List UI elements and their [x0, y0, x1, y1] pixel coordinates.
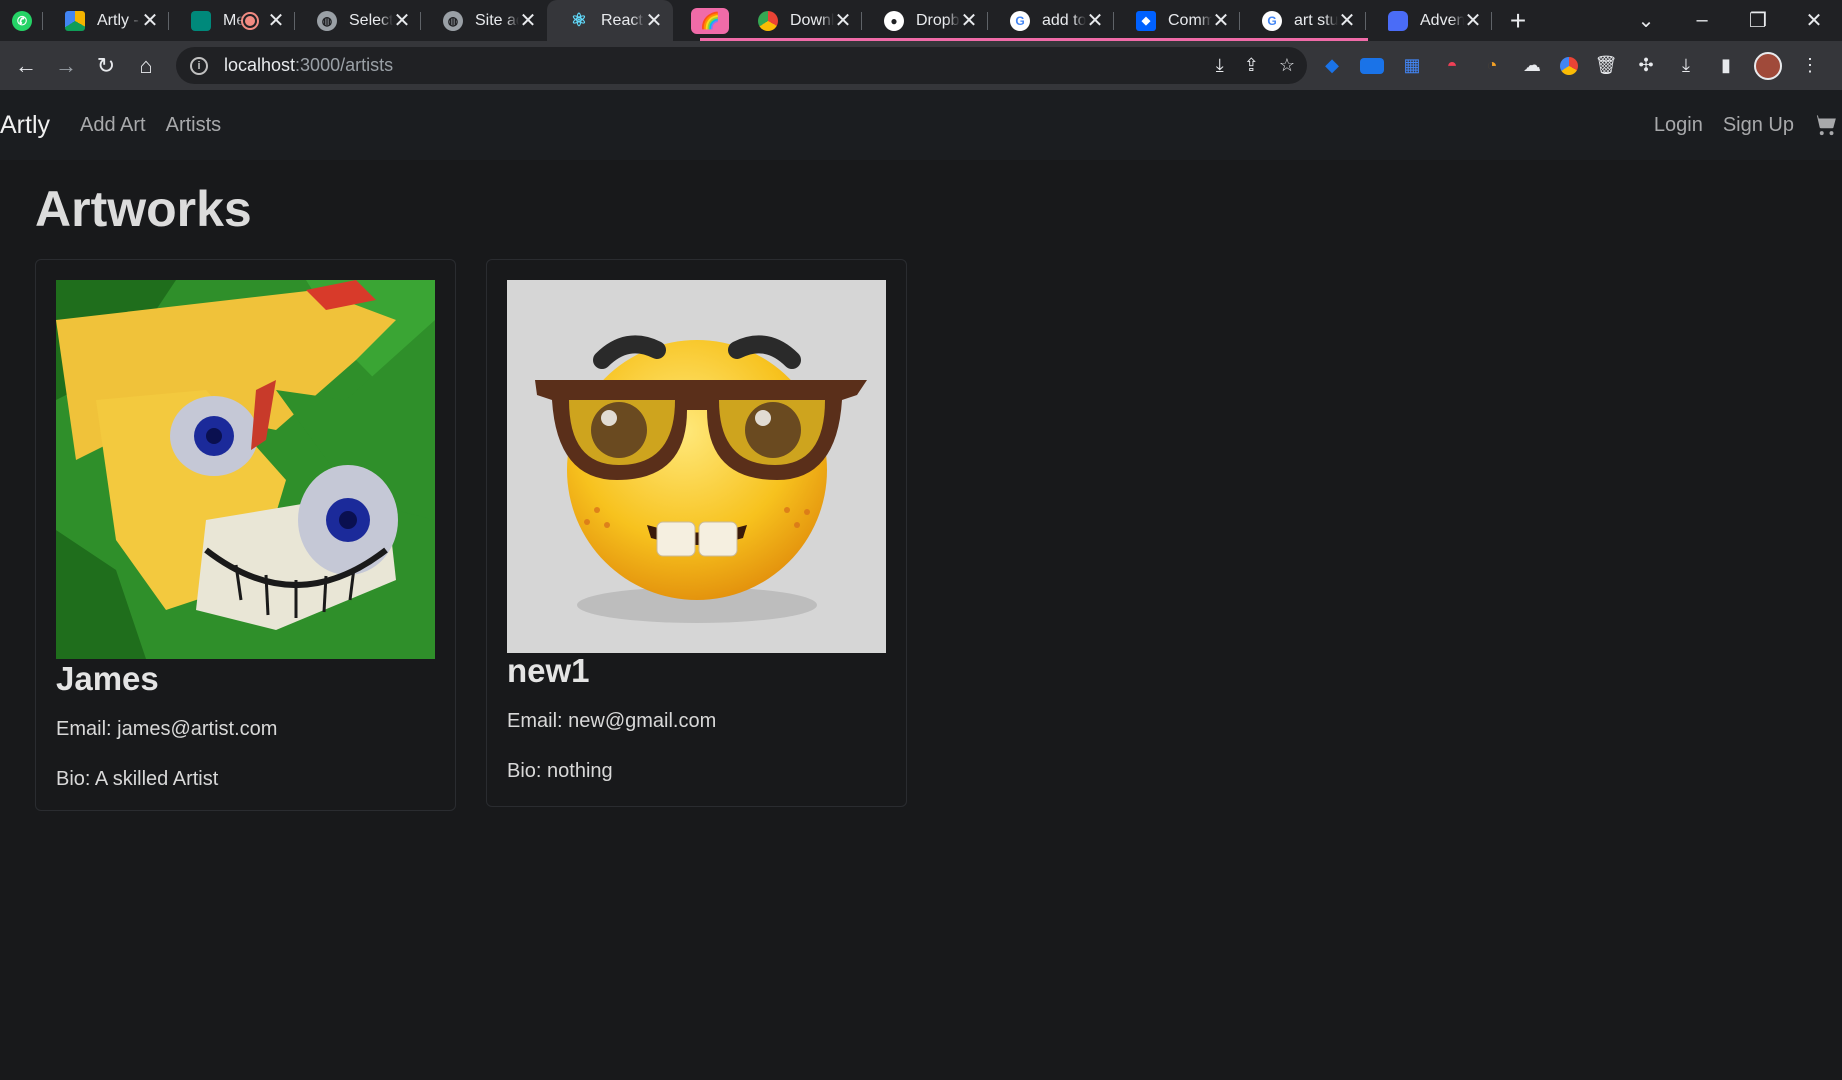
tab-rainbow[interactable]: 🌈 [673, 0, 736, 41]
close-tab-icon[interactable]: ✕ [393, 8, 411, 33]
artist-image [507, 280, 886, 653]
new-tab-button[interactable]: + [1498, 0, 1538, 41]
react-icon: ⚛ [570, 10, 588, 30]
artist-card: James Email: james@artist.com Bio: A ski… [35, 259, 456, 811]
tab-whatsapp[interactable]: ✆ [0, 0, 43, 41]
recording-icon [243, 13, 257, 28]
tab-react-active[interactable]: ⚛ React A ✕ [547, 0, 673, 41]
github-icon: ● [884, 10, 904, 31]
restore-button[interactable]: ❐ [1730, 8, 1786, 33]
install-app-icon[interactable]: ⤓ [1216, 55, 1224, 76]
whatsapp-icon: ✆ [12, 10, 32, 31]
bookmark-star-icon[interactable]: ☆ [1279, 55, 1295, 76]
page-title: Artworks [35, 181, 252, 237]
nav-sign-up[interactable]: Sign Up [1723, 114, 1794, 137]
close-tab-icon[interactable]: ✕ [1086, 8, 1104, 33]
close-tab-icon[interactable]: ✕ [645, 8, 663, 33]
tab-dropbox-github[interactable]: ● Dropb ✕ [862, 0, 988, 41]
minimize-button[interactable]: – [1674, 9, 1730, 32]
close-tab-icon[interactable]: ✕ [1212, 8, 1230, 33]
close-window-button[interactable]: ✕ [1786, 8, 1842, 33]
tab-select[interactable]: ◍ Select ✕ [295, 0, 421, 41]
dropbox-icon: ◆ [1136, 10, 1156, 31]
cloud-icon[interactable]: ☁ [1520, 54, 1544, 78]
close-tab-icon[interactable]: ✕ [141, 8, 159, 33]
nav-artists[interactable]: Artists [166, 114, 222, 137]
globe-icon: ◍ [317, 10, 337, 31]
tab-download[interactable]: Downl ✕ [736, 0, 862, 41]
forward-button[interactable]: → [46, 46, 86, 86]
artist-email: Email: james@artist.com [56, 718, 278, 740]
app-navbar: Artly Add Art Artists Login Sign Up [0, 90, 1842, 160]
artist-name: James [56, 660, 159, 697]
gem-extension-icon[interactable]: ◆ [1320, 54, 1344, 78]
rainbow-icon: 🌈 [691, 7, 729, 34]
rss-icon[interactable]: ◔ [1480, 54, 1504, 78]
tab-advent[interactable]: Advent ✕ [1366, 0, 1492, 41]
share-icon[interactable]: ⇪ [1244, 55, 1259, 76]
trash-icon[interactable]: 🗑 [1594, 54, 1618, 78]
reload-button[interactable]: ↻ [86, 46, 126, 86]
screen-extension-icon[interactable] [1360, 57, 1384, 74]
google-icon: G [1262, 10, 1282, 31]
side-panel-icon[interactable]: ▮ [1714, 54, 1738, 78]
tab-search-icon[interactable]: ⌄ [1618, 8, 1674, 33]
address-bar[interactable]: i localhost:3000/artists ⤓ ⇪ ☆ [176, 47, 1307, 84]
chrome-icon [758, 10, 778, 31]
google-icon: G [1010, 10, 1030, 31]
google-meet-icon [191, 10, 211, 31]
tab-add-to[interactable]: G add to ✕ [988, 0, 1114, 41]
puzzle-extensions-icon[interactable]: ✣ [1634, 54, 1658, 78]
artist-email: Email: new@gmail.com [507, 710, 717, 732]
home-button[interactable]: ⌂ [126, 46, 166, 86]
artist-bio: Bio: A skilled Artist [56, 768, 219, 790]
nav-add-art[interactable]: Add Art [80, 114, 146, 137]
globe-icon: ◍ [443, 10, 463, 31]
close-tab-icon[interactable]: ✕ [519, 8, 537, 33]
downloads-icon[interactable]: ⤓ [1674, 54, 1698, 78]
color-extension-icon[interactable] [1560, 56, 1578, 75]
tab-artly[interactable]: Artly - ✕ [43, 0, 169, 41]
window-controls: ⌄ – ❐ ✕ [1618, 0, 1842, 41]
tab-comm[interactable]: ◆ Comm ✕ [1114, 0, 1240, 41]
artist-image [56, 280, 435, 659]
tab-art-stu[interactable]: G art stu ✕ [1240, 0, 1366, 41]
url-text[interactable]: localhost:3000/artists [224, 55, 393, 76]
browser-tab-strip: ✆ Artly - ✕ Me ✕ ◍ Select ✕ ◍ Site ad ✕ … [0, 0, 1842, 41]
artist-bio: Bio: nothing [507, 760, 613, 782]
tab-site-ad[interactable]: ◍ Site ad ✕ [421, 0, 547, 41]
nav-login[interactable]: Login [1654, 114, 1703, 137]
cart-icon[interactable] [1812, 112, 1838, 138]
close-tab-icon[interactable]: ✕ [960, 8, 978, 33]
site-info-icon[interactable]: i [190, 56, 208, 75]
artist-card: new1 Email: new@gmail.com Bio: nothing [486, 259, 907, 807]
artist-name: new1 [507, 652, 590, 689]
profile-avatar[interactable] [1754, 51, 1782, 80]
close-tab-icon[interactable]: ✕ [1338, 8, 1356, 33]
browser-menu-icon[interactable]: ⋮ [1798, 54, 1822, 78]
close-tab-icon[interactable]: ✕ [1464, 8, 1482, 33]
pocket-icon[interactable]: ◓ [1440, 54, 1464, 78]
extensions-bar: ◆ ▦ ◓ ◔ ☁ 🗑 ✣ ⤓ ▮ ⋮ [1320, 41, 1822, 90]
close-tab-icon[interactable]: ✕ [267, 8, 285, 33]
dropbox-extension-icon[interactable]: ▦ [1400, 54, 1424, 78]
brand-logo[interactable]: Artly [0, 111, 50, 140]
doc-icon [1388, 10, 1408, 31]
close-tab-icon[interactable]: ✕ [834, 8, 852, 33]
tab-meet[interactable]: Me ✕ [169, 0, 295, 41]
google-drive-icon [65, 10, 85, 31]
back-button[interactable]: ← [6, 46, 46, 86]
